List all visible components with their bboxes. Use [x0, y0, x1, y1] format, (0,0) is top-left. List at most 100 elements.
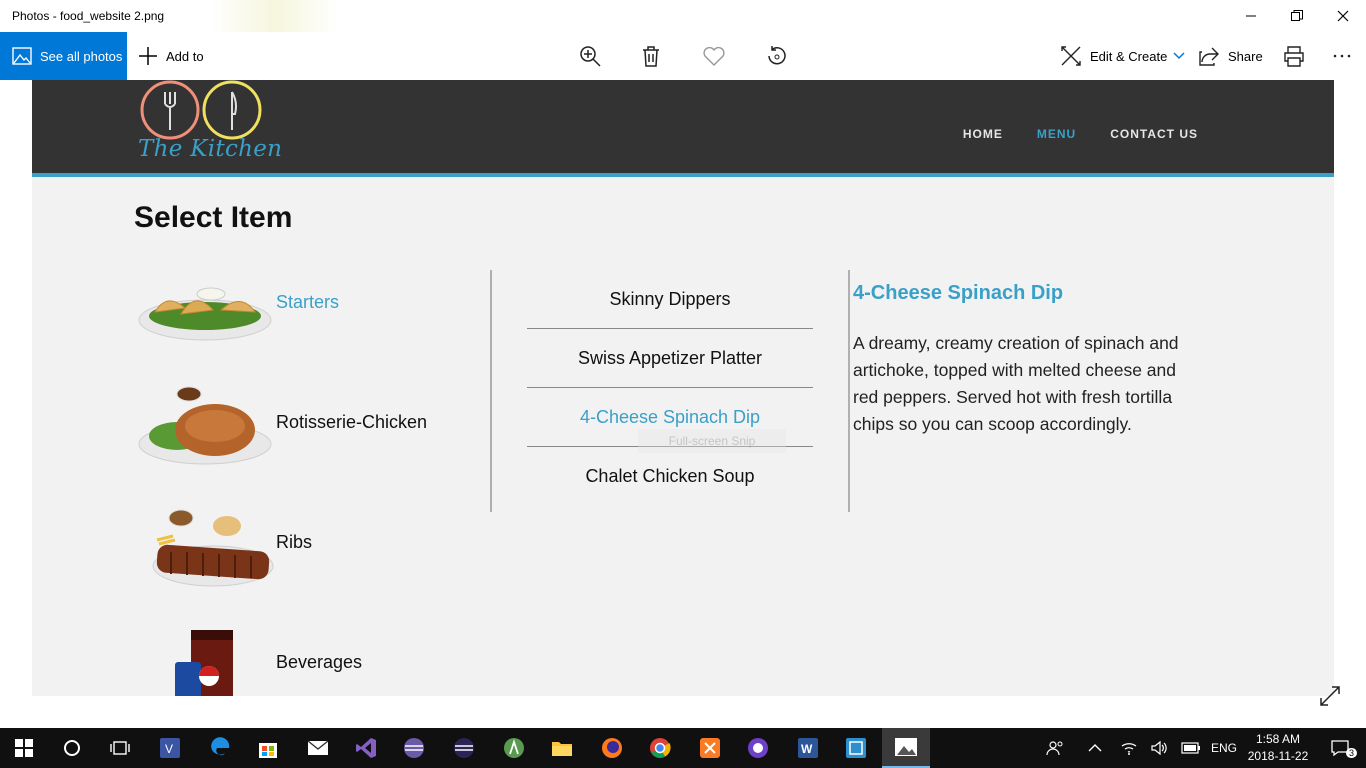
nav-home[interactable]: HOME — [963, 127, 1003, 141]
rotate-icon — [768, 46, 786, 65]
category-rotisserie-chicken[interactable]: Rotisserie-Chicken — [137, 380, 467, 480]
mail-icon — [307, 740, 329, 755]
network-button[interactable] — [1116, 728, 1142, 768]
website-screenshot: The Kitchen HOME MENU CONTACT US Select … — [32, 80, 1334, 696]
site-nav: HOME MENU CONTACT US — [963, 127, 1198, 141]
visual-studio-app[interactable] — [342, 728, 390, 768]
action-center-button[interactable]: 3 — [1320, 728, 1360, 768]
title-bar: Photos - food_website 2.png — [0, 0, 1366, 32]
close-button[interactable] — [1320, 0, 1366, 32]
zoom-button[interactable] — [578, 44, 602, 68]
eclipse-dark-app[interactable] — [440, 728, 488, 768]
file-explorer-app[interactable] — [538, 728, 586, 768]
faint-snip-tooltip: Full-screen Snip — [638, 429, 786, 453]
android-studio-icon — [504, 738, 524, 758]
nav-contact-us[interactable]: CONTACT US — [1110, 127, 1198, 141]
battery-button[interactable] — [1178, 728, 1204, 768]
wifi-icon — [1121, 743, 1137, 755]
category-beverages[interactable]: Beverages — [137, 620, 467, 696]
menu-item-list: Skinny Dippers Swiss Appetizer Platter 4… — [527, 270, 813, 506]
menu-item-chalet-chicken-soup[interactable]: Chalet Chicken Soup — [527, 447, 813, 506]
menu-item-skinny-dippers[interactable]: Skinny Dippers — [527, 270, 813, 329]
store-app[interactable] — [244, 728, 292, 768]
eclipse-app[interactable] — [390, 728, 438, 768]
chevron-up-icon — [1088, 744, 1102, 752]
heart-icon — [703, 46, 725, 66]
clock-date: 2018-11-22 — [1247, 749, 1309, 763]
nav-menu[interactable]: MENU — [1037, 127, 1076, 141]
window-title: Photos - food_website 2.png — [12, 9, 165, 23]
task-view-icon — [110, 741, 130, 755]
category-label: Starters — [276, 292, 340, 312]
notification-count: 3 — [1346, 748, 1358, 758]
rotisserie-chicken-image — [138, 386, 272, 465]
language-indicator[interactable]: ENG — [1208, 728, 1240, 768]
visual-studio-icon — [356, 738, 376, 758]
clock[interactable]: 1:58 AM 2018-11-22 — [1240, 731, 1316, 765]
starters-image — [138, 287, 272, 341]
plus-icon — [139, 47, 157, 65]
add-to-button[interactable]: Add to — [138, 32, 204, 80]
restore-button[interactable] — [1274, 0, 1320, 32]
fullscreen-expand-icon[interactable] — [1318, 684, 1342, 708]
mail-app[interactable] — [294, 728, 342, 768]
print-button[interactable] — [1282, 44, 1306, 68]
see-all-photos-button[interactable]: See all photos — [0, 32, 127, 80]
svg-text:V: V — [165, 742, 173, 756]
task-view-button[interactable] — [96, 728, 144, 768]
visio-app[interactable]: V — [146, 728, 194, 768]
search-button[interactable] — [48, 728, 96, 768]
category-starters[interactable]: Starters — [137, 260, 467, 360]
firefox-app[interactable] — [588, 728, 636, 768]
edit-create-icon — [1061, 46, 1081, 66]
page-title: Select Item — [134, 201, 293, 234]
remote-app[interactable] — [832, 728, 880, 768]
photos-icon — [12, 47, 32, 65]
ribs-image — [152, 509, 274, 587]
speaker-icon — [1151, 740, 1167, 756]
eclipse-icon — [404, 738, 424, 758]
delete-button[interactable] — [639, 44, 663, 68]
android-studio-app[interactable] — [490, 728, 538, 768]
volume-button[interactable] — [1146, 728, 1172, 768]
site-logo[interactable]: The Kitchen — [136, 80, 282, 170]
category-label: Ribs — [276, 532, 313, 552]
rotate-button[interactable] — [764, 44, 788, 68]
edge-icon — [211, 737, 230, 756]
more-icon — [1333, 54, 1351, 58]
menu-item-swiss-appetizer-platter[interactable]: Swiss Appetizer Platter — [527, 329, 813, 388]
photos-app-icon — [895, 738, 917, 756]
windows-logo-icon — [15, 739, 33, 757]
favorite-button[interactable] — [702, 44, 726, 68]
word-icon: W — [798, 738, 818, 758]
show-hidden-icons-button[interactable] — [1082, 728, 1108, 768]
edge-app[interactable] — [196, 728, 244, 768]
xampp-app[interactable] — [686, 728, 734, 768]
start-button[interactable] — [0, 728, 48, 768]
beverages-image — [175, 630, 233, 696]
photos-app[interactable] — [882, 728, 930, 768]
people-button[interactable] — [1042, 728, 1068, 768]
item-detail-description: A dreamy, creamy creation of spinach and… — [853, 333, 1179, 434]
edit-create-button[interactable]: Edit & Create — [1060, 32, 1185, 80]
cortana-circle-icon — [64, 740, 80, 756]
remote-desktop-icon — [846, 738, 866, 758]
eclipse-dark-icon — [454, 738, 474, 758]
category-label: Beverages — [276, 652, 363, 672]
category-ribs[interactable]: Ribs — [137, 500, 467, 600]
github-desktop-app[interactable] — [734, 728, 782, 768]
minimize-icon — [1246, 15, 1256, 17]
share-icon — [1199, 47, 1219, 66]
minimize-button[interactable] — [1228, 0, 1274, 32]
zoom-in-icon — [580, 46, 601, 67]
more-options-button[interactable] — [1330, 44, 1354, 68]
clock-time: 1:58 AM — [1255, 732, 1301, 746]
word-app[interactable]: W — [784, 728, 832, 768]
see-all-label: See all photos — [40, 48, 123, 64]
photo-viewer: The Kitchen HOME MENU CONTACT US Select … — [0, 80, 1366, 728]
share-button[interactable]: Share — [1198, 32, 1263, 80]
firefox-icon — [602, 738, 622, 758]
restore-icon — [1291, 10, 1303, 21]
divider-left — [490, 270, 492, 512]
chrome-app[interactable] — [636, 728, 684, 768]
